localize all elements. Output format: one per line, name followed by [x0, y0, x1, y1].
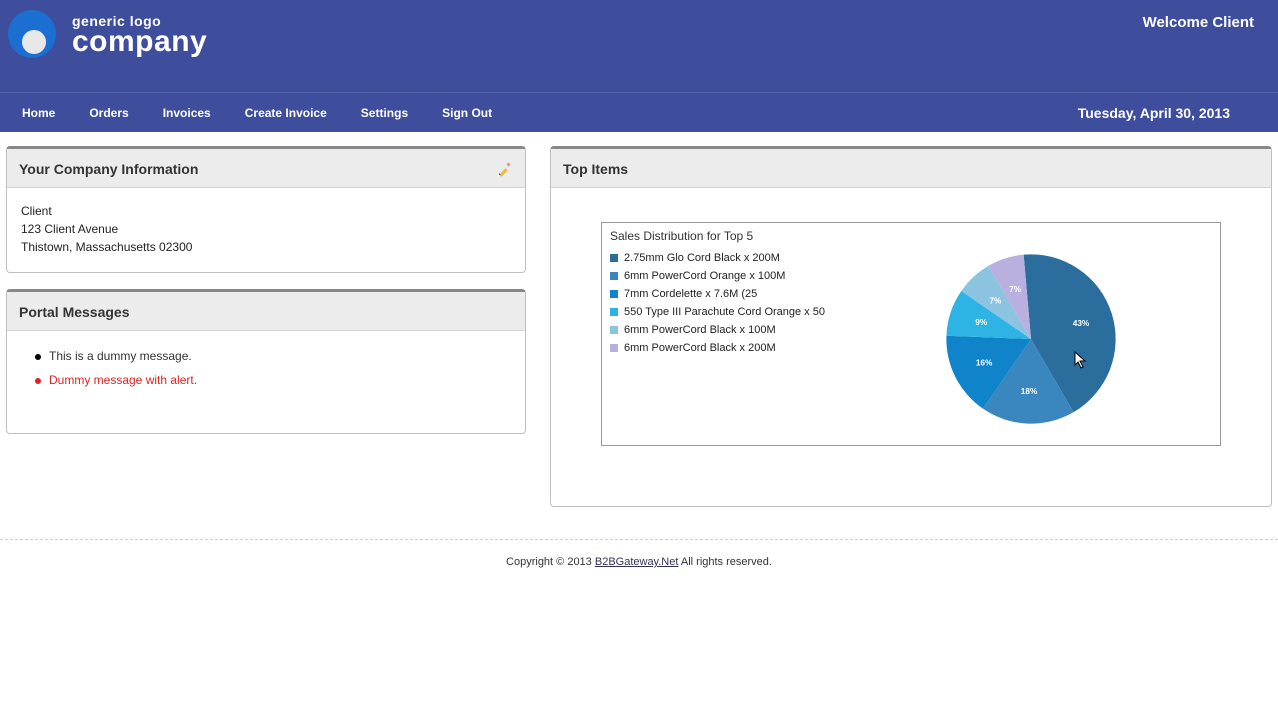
legend-swatch [610, 344, 618, 352]
legend-item: 6mm PowerCord Orange x 100M [610, 267, 840, 285]
legend-item: 550 Type III Parachute Cord Orange x 50 [610, 303, 840, 321]
legend-label: 7mm Cordelette x 7.6M (25 [624, 285, 757, 303]
pie-slice-label: 9% [975, 318, 988, 327]
pie-slice-label: 7% [989, 296, 1002, 305]
nav-home[interactable]: Home [22, 106, 55, 120]
pie-slice-label: 7% [1009, 285, 1022, 294]
welcome-text: Welcome Client [1143, 14, 1254, 31]
nav-create-invoice[interactable]: Create Invoice [245, 106, 327, 120]
navbar: Home Orders Invoices Create Invoice Sett… [0, 92, 1278, 132]
portal-messages-body: This is a dummy message. Dummy message wi… [7, 331, 525, 433]
left-column: Your Company Information Client 123 Clie… [6, 146, 526, 450]
edit-icon[interactable] [497, 161, 513, 177]
pie-slice-label: 16% [976, 358, 993, 367]
nav-sign-out[interactable]: Sign Out [442, 106, 492, 120]
footer: Copyright © 2013 B2BGateway.Net All righ… [0, 539, 1278, 598]
header: generic logo company Welcome Client [0, 0, 1278, 92]
portal-messages-title: Portal Messages [19, 304, 130, 320]
logo-text: generic logo company [72, 13, 207, 55]
portal-messages-header: Portal Messages [7, 292, 525, 331]
legend-swatch [610, 272, 618, 280]
legend-item: 6mm PowerCord Black x 100M [610, 321, 840, 339]
company-info-title: Your Company Information [19, 161, 198, 177]
legend-label: 6mm PowerCord Black x 100M [624, 321, 776, 339]
legend-item: 6mm PowerCord Black x 200M [610, 339, 840, 357]
message-item: This is a dummy message. [35, 349, 511, 363]
footer-prefix: Copyright © 2013 [506, 556, 595, 568]
legend-swatch [610, 254, 618, 262]
legend-item: 7mm Cordelette x 7.6M (25 [610, 285, 840, 303]
logo-mark [8, 8, 58, 58]
right-column: Top Items Sales Distribution for Top 5 2… [550, 146, 1272, 523]
nav-settings[interactable]: Settings [361, 106, 408, 120]
chart-title: Sales Distribution for Top 5 [610, 229, 1212, 243]
chart-box: Sales Distribution for Top 5 2.75mm Glo … [601, 222, 1221, 446]
chart-legend: 2.75mm Glo Cord Black x 200M6mm PowerCor… [610, 247, 840, 357]
legend-label: 6mm PowerCord Orange x 100M [624, 267, 785, 285]
logo: generic logo company [8, 8, 1264, 58]
legend-label: 6mm PowerCord Black x 200M [624, 339, 776, 357]
pie-slice-label: 18% [1021, 387, 1038, 396]
logo-company-name: company [72, 29, 207, 55]
top-items-title: Top Items [563, 161, 628, 177]
nav-orders[interactable]: Orders [89, 106, 128, 120]
legend-label: 2.75mm Glo Cord Black x 200M [624, 249, 780, 267]
legend-swatch [610, 326, 618, 334]
portal-messages-panel: Portal Messages This is a dummy message.… [6, 289, 526, 434]
pie-wrap: 43% 18% 16% 9% 7% 7% [840, 247, 1212, 431]
footer-suffix: All rights reserved. [678, 556, 772, 568]
footer-link[interactable]: B2BGateway.Net [595, 556, 679, 568]
company-info-header: Your Company Information [7, 149, 525, 188]
company-info-panel: Your Company Information Client 123 Clie… [6, 146, 526, 273]
company-name-line: Client [21, 202, 511, 220]
legend-item: 2.75mm Glo Cord Black x 200M [610, 249, 840, 267]
top-items-body: Sales Distribution for Top 5 2.75mm Glo … [551, 188, 1271, 506]
company-info-body: Client 123 Client Avenue Thistown, Massa… [7, 188, 525, 272]
message-item: Dummy message with alert. [35, 373, 511, 387]
top-items-panel: Top Items Sales Distribution for Top 5 2… [550, 146, 1272, 507]
legend-swatch [610, 308, 618, 316]
content: Your Company Information Client 123 Clie… [0, 132, 1278, 531]
top-items-header: Top Items [551, 149, 1271, 188]
pie-chart: 43% 18% 16% 9% 7% 7% [939, 247, 1123, 431]
pie-slice-label: 43% [1073, 319, 1090, 328]
company-address-line: 123 Client Avenue [21, 220, 511, 238]
nav-date: Tuesday, April 30, 2013 [1078, 105, 1230, 121]
legend-label: 550 Type III Parachute Cord Orange x 50 [624, 303, 825, 321]
nav-invoices[interactable]: Invoices [163, 106, 211, 120]
messages-list: This is a dummy message. Dummy message wi… [21, 349, 511, 387]
legend-swatch [610, 290, 618, 298]
company-city-line: Thistown, Massachusetts 02300 [21, 238, 511, 256]
